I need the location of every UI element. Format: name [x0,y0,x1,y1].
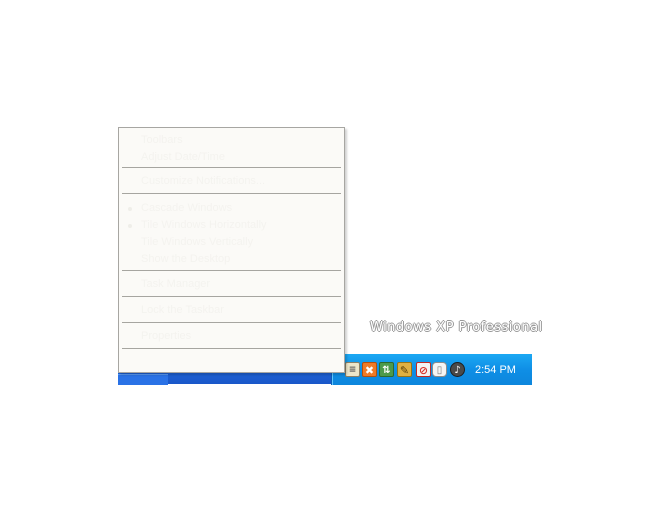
menu-separator [122,348,341,349]
menu-item-toolbars[interactable]: Toolbars [141,133,183,147]
windows-xp-watermark: Windows XP Professional [370,320,543,335]
menu-separator [122,322,341,323]
menu-item-tile-horizontally[interactable]: Tile Windows Horizontally [141,218,267,232]
menu-item-tile-vertically[interactable]: Tile Windows Vertically [141,235,253,249]
xampp-icon[interactable]: ✖ [362,362,377,377]
menu-item-lock-taskbar[interactable]: Lock the Taskbar [141,303,224,317]
menu-separator [122,167,341,168]
network-icon[interactable]: ⇅ [379,362,394,377]
menu-item-show-desktop[interactable]: Show the Desktop [141,252,230,266]
taskbar-button[interactable] [118,374,168,385]
pencil-icon[interactable]: ✎ [397,362,412,377]
menu-item-adjust-date-time[interactable]: Adjust Date/Time [141,150,225,164]
taskbar-context-menu: Toolbars Adjust Date/Time Customize Noti… [118,127,345,373]
clock[interactable]: 2:54 PM [475,364,516,376]
menu-item-customize-notifications[interactable]: Customize Notifications... [141,174,265,188]
menu-separator [122,193,341,194]
menu-item-properties[interactable]: Properties [141,329,191,343]
cylinder-icon[interactable]: ▯ [432,362,447,377]
bullet-icon [128,224,132,228]
menu-separator [122,296,341,297]
menu-item-task-manager[interactable]: Task Manager [141,277,210,291]
notepad-icon[interactable]: ≡ [345,362,360,377]
bullet-icon [128,207,132,211]
antivirus-icon[interactable]: ⊘ [416,362,431,377]
volume-icon[interactable]: ♪ [450,362,465,377]
menu-item-cascade-windows[interactable]: Cascade Windows [141,201,232,215]
menu-separator [122,270,341,271]
